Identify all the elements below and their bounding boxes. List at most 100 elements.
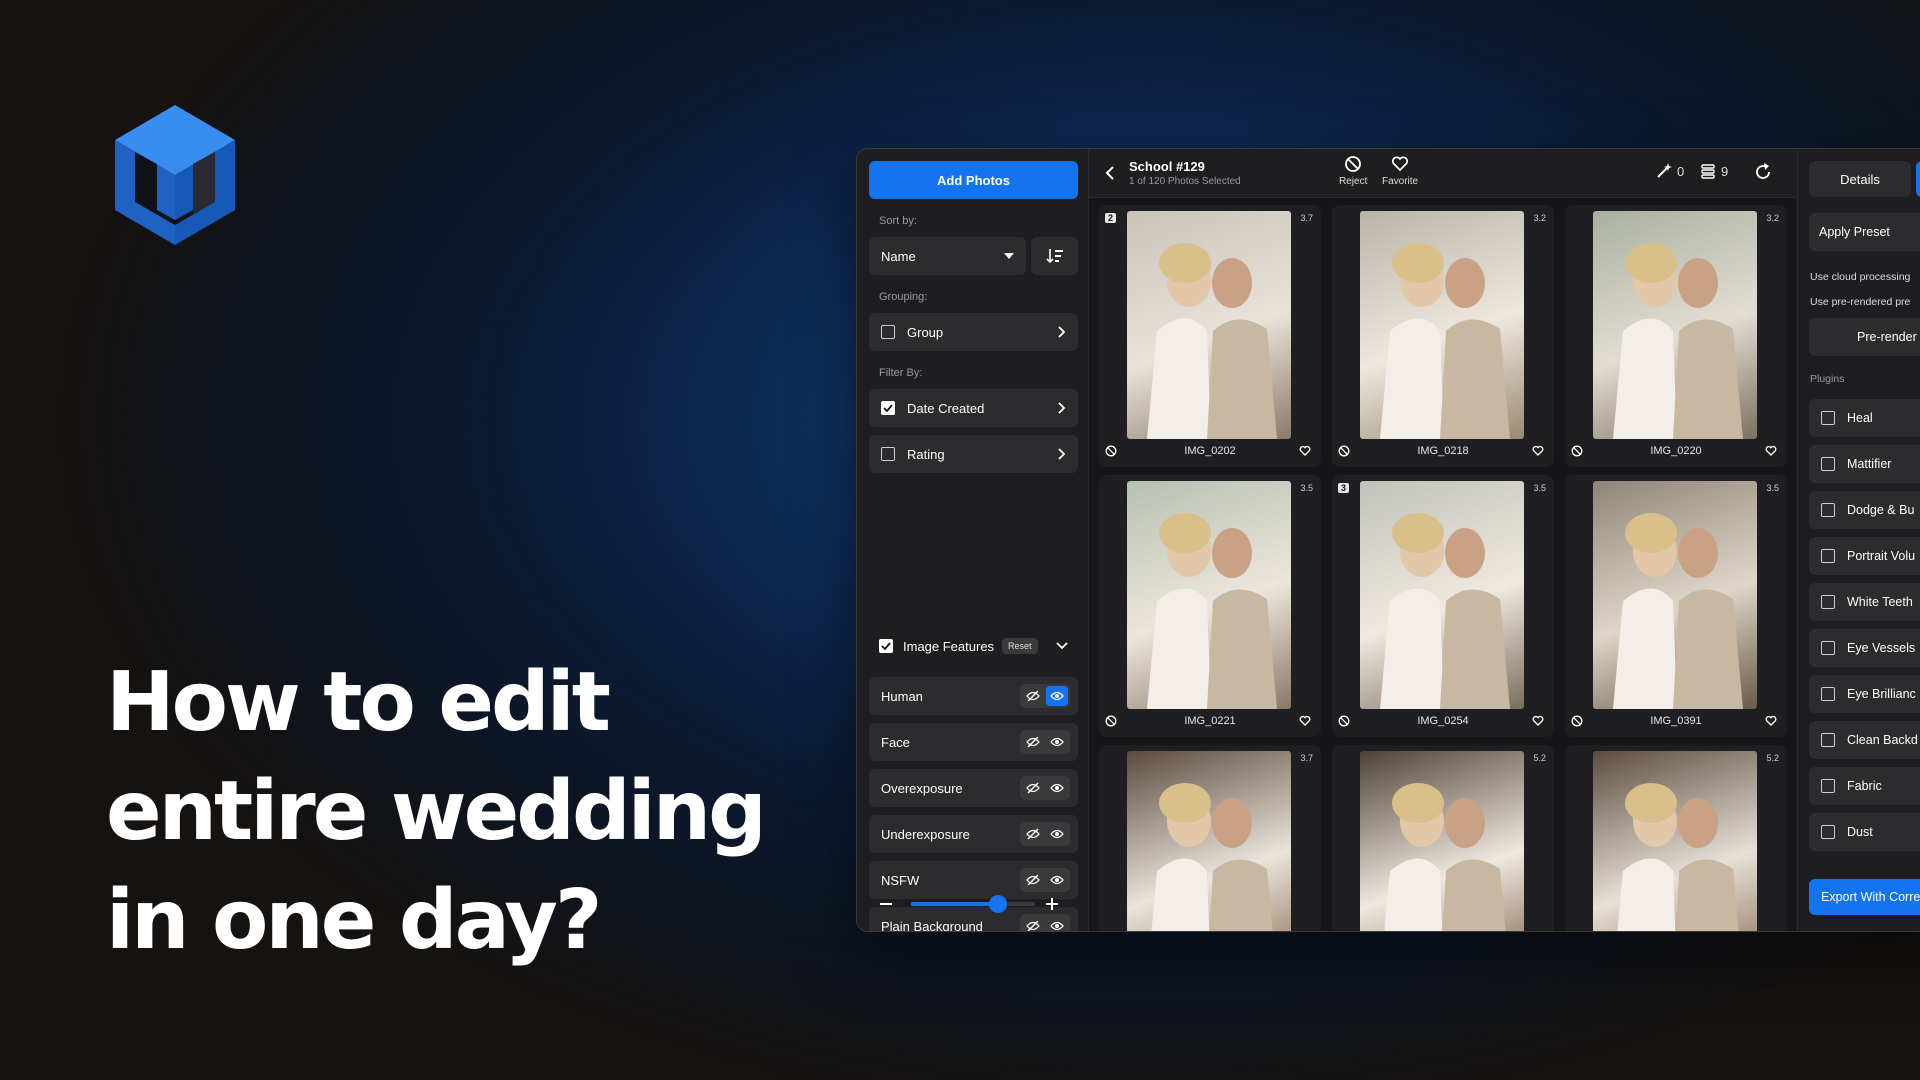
plugin-row[interactable]: Clean Backd: [1809, 721, 1920, 759]
eye-icon: [1050, 691, 1064, 701]
photo-thumbnail[interactable]: [1593, 751, 1757, 931]
heart-icon[interactable]: [1299, 445, 1311, 457]
show-toggle[interactable]: [1046, 732, 1068, 752]
plugin-row[interactable]: Portrait Volu: [1809, 537, 1920, 575]
zoom-slider[interactable]: [911, 895, 1035, 913]
photo-thumbnail[interactable]: [1593, 211, 1757, 439]
plugin-row[interactable]: Dodge & Bu: [1809, 491, 1920, 529]
plugin-checkbox[interactable]: [1821, 779, 1835, 793]
visibility-toggle: [1020, 776, 1070, 800]
date-created-row[interactable]: Date Created: [869, 389, 1078, 427]
brand-logo: [115, 105, 235, 245]
plugin-checkbox[interactable]: [1821, 687, 1835, 701]
hide-toggle[interactable]: [1022, 686, 1044, 706]
feature-row[interactable]: Human: [869, 677, 1078, 715]
headline-line-1: How to edit: [106, 655, 611, 750]
feature-row[interactable]: Face: [869, 723, 1078, 761]
zoom-in-icon[interactable]: [1045, 897, 1059, 911]
heart-icon[interactable]: [1765, 715, 1777, 727]
photo-tile[interactable]: 3 3.5 IMG_0254: [1332, 475, 1554, 737]
heart-icon[interactable]: [1532, 715, 1544, 727]
photo-tile[interactable]: 5.2: [1565, 745, 1787, 931]
use-cloud-label: Use cloud processing: [1810, 271, 1911, 283]
group-row[interactable]: Group: [869, 313, 1078, 351]
heart-icon[interactable]: [1299, 715, 1311, 727]
show-toggle[interactable]: [1046, 824, 1068, 844]
export-label: Export With Corre: [1821, 890, 1920, 904]
headline-line-2: entire wedding: [106, 764, 767, 859]
photo-filename: IMG_0202: [1184, 445, 1236, 457]
plugin-row[interactable]: Dust: [1809, 813, 1920, 851]
photo-tile[interactable]: 3.7: [1099, 745, 1321, 931]
plugin-checkbox[interactable]: [1821, 733, 1835, 747]
sort-order-button[interactable]: [1031, 237, 1078, 275]
feature-row[interactable]: Underexposure: [869, 815, 1078, 853]
plugin-checkbox[interactable]: [1821, 549, 1835, 563]
zoom-slider-knob[interactable]: [988, 895, 1007, 913]
hide-toggle[interactable]: [1022, 732, 1044, 752]
plugin-checkbox[interactable]: [1821, 595, 1835, 609]
image-features-checkbox[interactable]: [879, 639, 893, 653]
plugin-row[interactable]: White Teeth: [1809, 583, 1920, 621]
show-toggle[interactable]: [1046, 686, 1068, 706]
feature-row[interactable]: Overexposure: [869, 769, 1078, 807]
photo-score: 3.5: [1300, 483, 1313, 493]
tab-details[interactable]: Details: [1809, 161, 1911, 197]
refresh-icon[interactable]: [1753, 162, 1773, 182]
photo-thumbnail[interactable]: [1360, 211, 1524, 439]
magic-wand-counter[interactable]: 0: [1655, 162, 1684, 180]
zoom-out-icon[interactable]: [879, 897, 893, 911]
photo-tile[interactable]: 3.2 IMG_0220: [1565, 205, 1787, 467]
reject-icon: [1345, 156, 1362, 172]
photo-tile[interactable]: 3.5 IMG_0391: [1565, 475, 1787, 737]
photo-thumbnail[interactable]: [1360, 481, 1524, 709]
photo-tile[interactable]: 5.2: [1332, 745, 1554, 931]
plugin-row[interactable]: Eye Brillianc: [1809, 675, 1920, 713]
heart-icon[interactable]: [1765, 445, 1777, 457]
photo-thumbnail[interactable]: [1127, 481, 1291, 709]
photo-thumbnail[interactable]: [1127, 211, 1291, 439]
photo-thumbnail[interactable]: [1593, 481, 1757, 709]
hide-toggle[interactable]: [1022, 778, 1044, 798]
rating-row[interactable]: Rating: [869, 435, 1078, 473]
rating-checkbox[interactable]: [881, 447, 895, 461]
photo-tile[interactable]: 3.2 IMG_0218: [1332, 205, 1554, 467]
apply-preset-button[interactable]: Apply Preset: [1809, 213, 1920, 251]
plugin-row[interactable]: Mattifier: [1809, 445, 1920, 483]
photo-tile[interactable]: 2 3.7 IMG_0202: [1099, 205, 1321, 467]
prerender-button[interactable]: Pre-render: [1809, 318, 1920, 356]
date-created-checkbox[interactable]: [881, 401, 895, 415]
reject-button[interactable]: Reject: [1339, 155, 1367, 187]
photo-thumbnail[interactable]: [1360, 751, 1524, 931]
check-icon: [881, 642, 891, 650]
tab-active[interactable]: [1916, 161, 1920, 197]
sort-select[interactable]: Name: [869, 237, 1026, 275]
plugin-label: Portrait Volu: [1847, 549, 1916, 563]
photo-thumbnail[interactable]: [1127, 751, 1291, 931]
feature-label: Face: [881, 734, 910, 750]
show-toggle[interactable]: [1046, 778, 1068, 798]
photo-tile[interactable]: 3.5 IMG_0221: [1099, 475, 1321, 737]
add-photos-button[interactable]: Add Photos: [869, 161, 1078, 199]
plugin-row[interactable]: Fabric: [1809, 767, 1920, 805]
image-features-header[interactable]: Image Features Reset: [869, 627, 1078, 665]
plugin-row[interactable]: Heal: [1809, 399, 1920, 437]
plugin-checkbox[interactable]: [1821, 641, 1835, 655]
plugin-checkbox[interactable]: [1821, 411, 1835, 425]
reset-button[interactable]: Reset: [1002, 638, 1038, 654]
photo-score: 3.5: [1533, 483, 1546, 493]
plugin-checkbox[interactable]: [1821, 825, 1835, 839]
group-checkbox[interactable]: [881, 325, 895, 339]
export-button[interactable]: Export With Corre: [1809, 879, 1920, 915]
stack-counter[interactable]: 9: [1699, 162, 1728, 180]
plugin-checkbox[interactable]: [1821, 503, 1835, 517]
plugin-row[interactable]: Eye Vessels: [1809, 629, 1920, 667]
eye-off-icon: [1026, 736, 1040, 748]
couple-photo: [1380, 513, 1510, 709]
heart-icon[interactable]: [1532, 445, 1544, 457]
hide-toggle[interactable]: [1022, 824, 1044, 844]
favorite-button[interactable]: Favorite: [1382, 155, 1418, 187]
plugin-checkbox[interactable]: [1821, 457, 1835, 471]
back-arrow-icon[interactable]: [1105, 166, 1115, 180]
chevron-down-icon[interactable]: [1056, 642, 1068, 650]
